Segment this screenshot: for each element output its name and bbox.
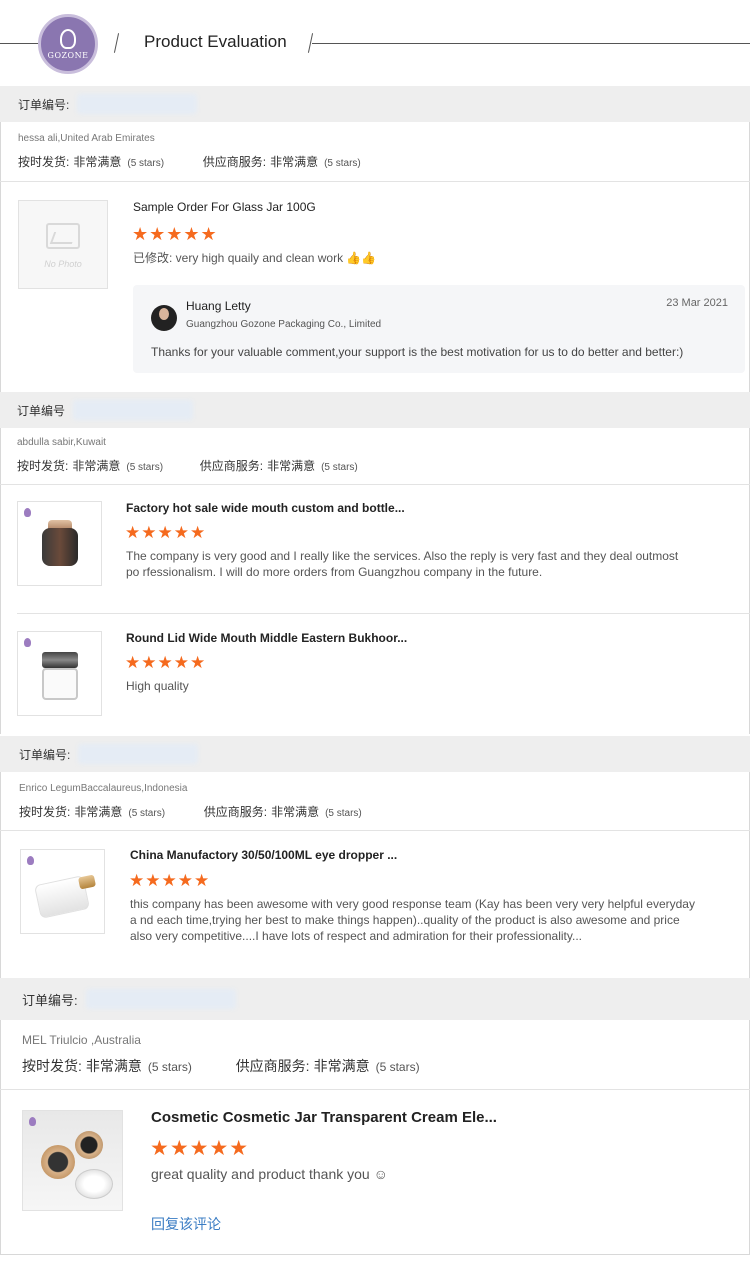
star-rating: ★★★★★ — [150, 1137, 250, 1160]
jar-cap-illustration — [42, 652, 78, 668]
shipping-value: 非常满意 — [85, 1058, 142, 1074]
order-number-redacted — [77, 94, 198, 114]
cream-jar-illustration — [75, 1169, 113, 1199]
service-stars: (5 stars) — [324, 158, 361, 169]
product-image[interactable] — [22, 1110, 123, 1211]
brand-mark-icon — [29, 1117, 36, 1126]
order-number-bar: 订单编号: — [0, 978, 750, 1020]
product-title[interactable]: Cosmetic Cosmetic Jar Transparent Cream … — [151, 1109, 497, 1126]
shipping-stars: (5 stars) — [127, 158, 165, 169]
shipping-label: 按时发货: — [17, 459, 69, 473]
brand-mark-icon — [27, 856, 34, 865]
order-ratings: 按时发货: 非常满意 (5 stars) 供应商服务: 非常满意 (5 stars) — [17, 457, 358, 474]
order-ratings: 按时发货: 非常满意 (5 stars) 供应商服务: 非常满意 (5 stars) — [19, 803, 362, 820]
service-value: 非常满意 — [313, 1058, 370, 1074]
order-number-bar: 订单编号 — [0, 392, 750, 428]
page-header: GOZONE Product Evaluation — [0, 0, 750, 86]
order-number-label: 订单编号: — [19, 747, 71, 762]
star-rating: ★★★★★ — [129, 871, 211, 890]
product-image[interactable] — [17, 501, 102, 586]
brand-mark-icon — [24, 638, 31, 647]
star-rating: ★★★★★ — [125, 653, 207, 672]
image-placeholder-icon — [46, 223, 80, 249]
shipping-stars: (5 stars) — [126, 462, 164, 473]
divider — [0, 830, 750, 831]
service-label: 供应商服务: — [199, 459, 264, 473]
product-image[interactable] — [17, 631, 102, 716]
buyer-info: hessa ali,United Arab Emirates — [18, 133, 155, 144]
no-photo-text: No Photo — [44, 259, 82, 269]
shipping-label: 按时发货: — [22, 1058, 82, 1074]
product-title[interactable]: Factory hot sale wide mouth custom and b… — [126, 501, 405, 515]
header-slash-left — [113, 33, 120, 53]
shipping-stars: (5 stars) — [128, 808, 166, 819]
product-title[interactable]: Round Lid Wide Mouth Middle Eastern Bukh… — [126, 631, 407, 645]
divider — [17, 613, 750, 614]
order-number-label: 订单编号 — [17, 403, 66, 418]
reply-author: Huang Letty — [186, 299, 251, 313]
buyer-info: Enrico LegumBaccalaureus,Indonesia — [19, 783, 188, 794]
product-title[interactable]: China Manufactory 30/50/100ML eye droppe… — [130, 848, 397, 862]
divider — [0, 181, 750, 182]
service-value: 非常满意 — [267, 459, 316, 473]
product-title[interactable]: Sample Order For Glass Jar 100G — [133, 200, 316, 214]
order-ratings: 按时发货: 非常满意 (5 stars) 供应商服务: 非常满意 (5 stars) — [18, 153, 361, 170]
shipping-value: 非常满意 — [73, 155, 122, 169]
product-image[interactable] — [20, 849, 105, 934]
service-stars: (5 stars) — [375, 1060, 420, 1074]
shipping-label: 按时发货: — [19, 805, 71, 819]
service-value: 非常满意 — [270, 155, 319, 169]
service-stars: (5 stars) — [325, 808, 362, 819]
logo-mark-icon — [60, 28, 76, 49]
service-label: 供应商服务: — [235, 1058, 310, 1074]
review-comment: this company has been awesome with very … — [130, 897, 695, 943]
order-number-label: 订单编号: — [18, 97, 70, 112]
cream-jar-illustration — [41, 1145, 75, 1179]
page-title: Product Evaluation — [144, 32, 287, 51]
product-image-placeholder[interactable]: No Photo — [18, 200, 108, 289]
buyer-info: MEL Triulcio ,Australia — [22, 1033, 141, 1047]
shipping-stars: (5 stars) — [147, 1060, 192, 1074]
dropper-cap-illustration — [77, 874, 97, 890]
service-value: 非常满意 — [271, 805, 320, 819]
shipping-value: 非常满意 — [74, 805, 123, 819]
shipping-value: 非常满意 — [72, 459, 121, 473]
header-divider-left — [0, 43, 40, 44]
jar-body-illustration — [42, 668, 78, 700]
buyer-info: abdulla sabir,Kuwait — [17, 437, 106, 448]
review-comment: great quality and product thank you ☺ — [151, 1166, 388, 1182]
review-comment: 已修改: very high quaily and clean work 👍👍 — [133, 251, 377, 265]
star-rating: ★★★★★ — [125, 523, 207, 542]
service-stars: (5 stars) — [321, 462, 358, 473]
brand-mark-icon — [24, 508, 31, 517]
review-comment: The company is very good and I really li… — [126, 549, 679, 579]
star-rating: ★★★★★ — [132, 224, 218, 244]
service-label: 供应商服务: — [202, 155, 267, 169]
reply-to-review-link[interactable]: 回复该评论 — [151, 1214, 221, 1234]
order-number-bar: 订单编号: — [0, 736, 750, 772]
divider — [0, 484, 750, 485]
review-comment: High quality — [126, 679, 189, 693]
seller-reply: Huang Letty Guangzhou Gozone Packaging C… — [133, 285, 745, 373]
order-number-redacted — [85, 989, 236, 1009]
divider — [0, 1089, 750, 1090]
shipping-label: 按时发货: — [18, 155, 70, 169]
logo-brand-text: GOZONE — [47, 50, 89, 60]
jar-body-illustration — [42, 528, 78, 566]
header-divider-right — [312, 43, 750, 44]
service-label: 供应商服务: — [203, 805, 268, 819]
reply-date: 23 Mar 2021 — [666, 297, 728, 309]
order-ratings: 按时发货: 非常满意 (5 stars) 供应商服务: 非常满意 (5 stars) — [22, 1056, 420, 1076]
order-number-redacted — [78, 744, 199, 764]
cream-jar-illustration — [75, 1131, 103, 1159]
order-number-label: 订单编号: — [22, 992, 78, 1008]
avatar — [151, 305, 177, 331]
reply-text: Thanks for your valuable comment,your su… — [151, 345, 684, 359]
reply-company: Guangzhou Gozone Packaging Co., Limited — [186, 319, 382, 330]
order-number-bar: 订单编号: — [0, 86, 750, 122]
brand-logo: GOZONE — [38, 14, 98, 74]
order-number-redacted — [73, 400, 194, 420]
